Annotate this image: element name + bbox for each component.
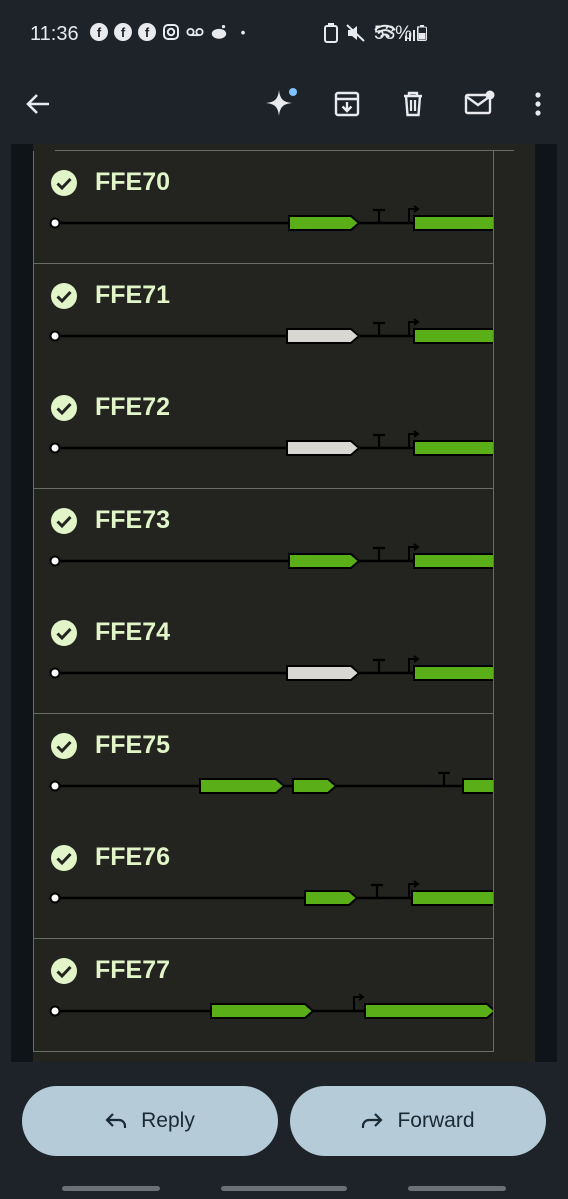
gene-arrow — [413, 665, 493, 681]
terminator-glyph — [373, 546, 385, 561]
reddit-icon — [210, 23, 228, 41]
gene-arrow — [413, 440, 493, 456]
construct-map — [49, 317, 493, 344]
terminator-glyph — [373, 658, 385, 673]
origin-marker — [49, 892, 61, 904]
back-button[interactable] — [18, 84, 58, 124]
gene-arrow — [199, 777, 286, 794]
gene-arrow — [413, 327, 493, 344]
construct-row[interactable]: FFE76 — [33, 826, 494, 939]
gemini-button[interactable] — [261, 84, 301, 124]
gene-arrow — [286, 665, 361, 681]
origin-marker — [49, 217, 61, 229]
gene-arrow — [288, 215, 361, 231]
origin-marker — [49, 330, 61, 341]
gene-arrow — [292, 777, 338, 794]
construct-row[interactable]: FFE71 — [33, 263, 494, 377]
gene-arrow — [462, 777, 493, 794]
gene-arrow — [413, 215, 493, 231]
facebook-icon: f — [138, 23, 156, 41]
gene-arrow — [411, 890, 493, 906]
origin-marker — [49, 1005, 61, 1016]
construct-map — [49, 992, 493, 1019]
facebook-icon: f — [114, 23, 132, 41]
origin-marker — [49, 442, 61, 454]
battery-percent: 53% — [374, 23, 413, 44]
forward-button[interactable]: Forward — [290, 1086, 546, 1156]
dot-icon: • — [240, 24, 246, 40]
instagram-icon — [162, 23, 180, 41]
promoter-glyph — [353, 992, 365, 1011]
gene-arrow — [286, 440, 361, 456]
nav-handle — [408, 1186, 506, 1191]
forward-label: Forward — [397, 1109, 475, 1132]
battery-saver-icon — [324, 23, 338, 47]
nav-handle — [62, 1186, 160, 1191]
battery-level: 53% — [374, 23, 428, 45]
arrow-back-icon — [26, 94, 49, 114]
mail-unread-icon — [464, 90, 495, 115]
more-options-button[interactable] — [518, 84, 558, 124]
construct-map — [49, 771, 493, 794]
construct-row[interactable]: FFE74 — [33, 601, 494, 714]
mute-icon — [346, 24, 366, 46]
archive-button[interactable] — [327, 84, 367, 124]
construct-row[interactable]: FFE77 — [33, 938, 494, 1052]
battery-icon — [417, 25, 428, 41]
action-bar: Reply Forward — [0, 1062, 568, 1199]
archive-icon — [334, 91, 360, 117]
origin-marker — [49, 667, 61, 679]
construct-map — [49, 430, 493, 456]
terminator-glyph — [371, 883, 383, 898]
gene-arrow — [288, 552, 361, 569]
status-bar: 11:36 f f f • 53% — [0, 0, 568, 66]
construct-row[interactable]: FFE75 — [33, 713, 494, 827]
forward-icon — [362, 1113, 384, 1128]
gene-arrow — [364, 1002, 493, 1019]
clock: 11:36 — [30, 23, 79, 45]
sparkle-icon — [266, 88, 297, 116]
mark-unread-button[interactable] — [460, 84, 500, 124]
terminator-glyph — [373, 433, 385, 448]
terminator-glyph — [373, 321, 385, 336]
construct-row[interactable]: FFE72 — [33, 376, 494, 489]
gene-arrow — [304, 890, 359, 906]
construct-row[interactable]: FFE70 — [33, 151, 494, 264]
terminator-glyph — [438, 771, 450, 786]
gene-arrow — [210, 1002, 315, 1019]
construct-map — [49, 655, 493, 681]
gene-arrow — [286, 327, 361, 344]
trash-icon — [404, 91, 422, 117]
delete-button[interactable] — [393, 84, 433, 124]
gene-arrow — [413, 552, 493, 569]
construct-map — [49, 542, 493, 569]
voicemail-icon — [186, 23, 204, 41]
nav-handle — [221, 1186, 347, 1191]
reply-label: Reply — [141, 1109, 195, 1132]
email-body[interactable]: FFE70 FFE71 FFE72 FFE73 FFE74 FFE75 FFE76 FFE77 — [11, 144, 557, 1062]
facebook-icon: f — [90, 23, 108, 41]
notification-icons: f f f • — [90, 23, 252, 41]
email-toolbar — [0, 66, 568, 144]
reply-button[interactable]: Reply — [22, 1086, 278, 1156]
construct-row[interactable]: FFE73 — [33, 488, 494, 602]
construct-map — [49, 880, 493, 906]
origin-marker — [49, 780, 61, 791]
origin-marker — [49, 555, 61, 566]
construct-map — [49, 205, 493, 231]
more-vert-icon — [535, 92, 541, 116]
terminator-glyph — [373, 208, 385, 223]
reply-icon — [105, 1113, 127, 1128]
